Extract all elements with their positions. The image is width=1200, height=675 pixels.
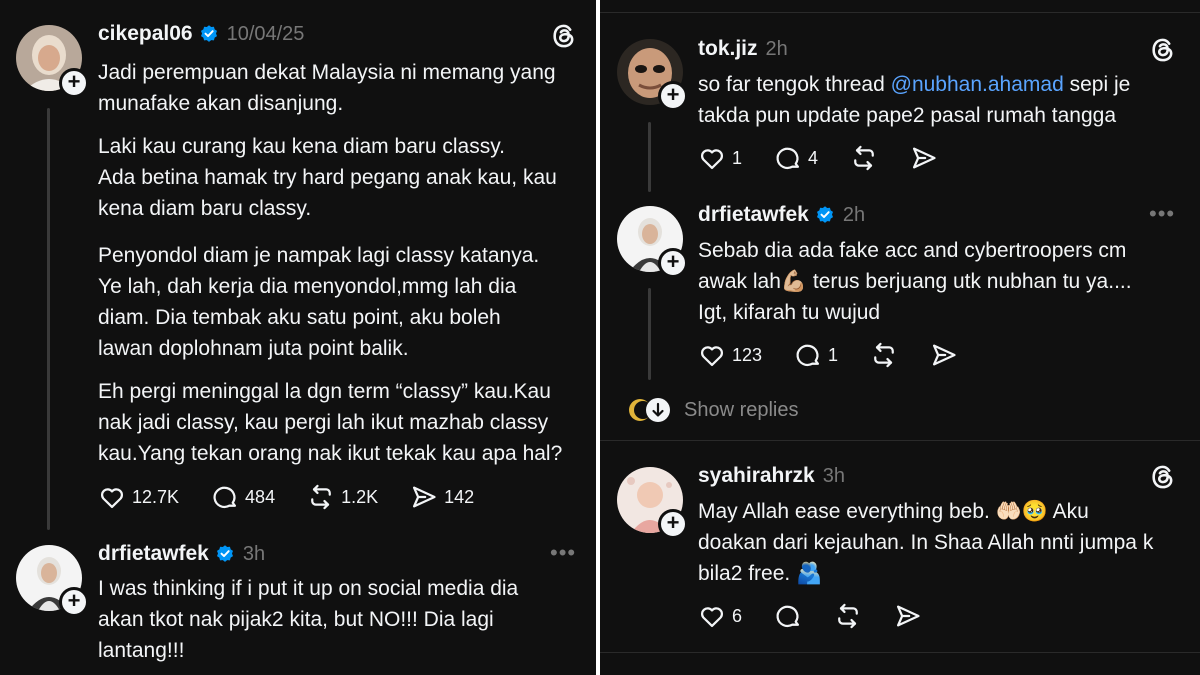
- like-count: 6: [732, 605, 743, 626]
- post-text: I was thinking if i put it up on social …: [98, 577, 519, 662]
- reply-button[interactable]: 1: [794, 341, 838, 369]
- post-header: drfietawfek 2h: [698, 200, 865, 230]
- show-replies-label: Show replies: [684, 398, 799, 421]
- left-thread-panel: + cikepal06 10/04/25 Jadi perempuan deka…: [0, 0, 596, 675]
- share-icon: [410, 483, 438, 511]
- reply-button[interactable]: [774, 602, 802, 630]
- follow-plus-icon[interactable]: +: [658, 81, 688, 111]
- like-button[interactable]: 123: [698, 341, 762, 369]
- post-text: so far tengok thread @nubhan.ahamad sepi…: [698, 69, 1130, 131]
- divider: [600, 440, 1200, 441]
- post-actions: 1 4: [698, 141, 970, 175]
- thread-line: [47, 108, 50, 530]
- username[interactable]: cikepal06: [98, 22, 193, 46]
- show-replies-button[interactable]: Show replies: [626, 396, 799, 424]
- repost-button[interactable]: [834, 602, 862, 630]
- comment-icon: [774, 602, 802, 630]
- repost-button[interactable]: [850, 144, 878, 172]
- post-text-start: so far tengok thread: [698, 73, 891, 96]
- post-actions: 6: [698, 599, 954, 633]
- repost-icon: [307, 483, 335, 511]
- post-header: syahirahrzk 3h: [698, 461, 845, 491]
- post-text: May Allah ease everything beb. 🤲🏻🥹 Aku d…: [698, 500, 1154, 585]
- right-thread-panel: + tok.jiz 2h so far tengok thread @nubha…: [600, 0, 1200, 675]
- repost-icon: [834, 602, 862, 630]
- post-text-paragraph: Eh pergi meninggal la dgn term “classy” …: [98, 380, 563, 465]
- reply-count: 4: [808, 147, 819, 168]
- reply-button[interactable]: 484: [211, 483, 275, 511]
- verified-badge-icon: [215, 544, 235, 564]
- divider: [600, 12, 1200, 13]
- post-text: Sebab dia ada fake acc and cybertroopers…: [698, 239, 1132, 324]
- threads-logo-icon: [1149, 36, 1177, 64]
- reply-button[interactable]: 4: [774, 144, 818, 172]
- follow-plus-icon[interactable]: +: [658, 509, 688, 539]
- thread-line: [648, 122, 651, 192]
- username[interactable]: tok.jiz: [698, 37, 758, 61]
- share-icon: [910, 144, 938, 172]
- repost-count: 1.2K: [341, 486, 379, 507]
- post-header: drfietawfek 3h: [98, 539, 265, 569]
- heart-icon: [698, 602, 726, 630]
- repost-icon: [870, 341, 898, 369]
- more-options-icon[interactable]: •••: [550, 540, 576, 566]
- thread-line: [648, 288, 651, 380]
- like-button[interactable]: 1: [698, 144, 742, 172]
- verified-badge-icon: [815, 205, 835, 225]
- follow-plus-icon[interactable]: +: [59, 587, 89, 617]
- share-button[interactable]: 142: [410, 483, 474, 511]
- mention-link[interactable]: @nubhan.ahamad: [891, 73, 1064, 96]
- like-button[interactable]: 6: [698, 602, 742, 630]
- divider: [600, 652, 1200, 653]
- timestamp: 3h: [242, 542, 266, 565]
- reply-avatars-icon: [629, 398, 670, 422]
- heart-icon: [698, 341, 726, 369]
- threads-logo-icon: [550, 22, 578, 50]
- share-button[interactable]: [910, 144, 938, 172]
- follow-plus-icon[interactable]: +: [59, 68, 89, 98]
- post-text-paragraph: Penyondol diam je nampak lagi classy kat…: [98, 244, 540, 360]
- share-icon: [930, 341, 958, 369]
- like-count: 1: [732, 147, 743, 168]
- heart-icon: [98, 483, 126, 511]
- share-button[interactable]: [894, 602, 922, 630]
- share-icon: [894, 602, 922, 630]
- username[interactable]: syahirahrzk: [698, 464, 815, 488]
- repost-icon: [850, 144, 878, 172]
- post-text-paragraph: Jadi perempuan dekat Malaysia ni memang …: [98, 61, 556, 115]
- like-count: 12.7K: [132, 486, 180, 507]
- more-options-icon[interactable]: •••: [1149, 201, 1175, 227]
- comment-icon: [774, 144, 802, 172]
- timestamp: 2h: [765, 37, 788, 60]
- timestamp: 2h: [842, 203, 866, 226]
- post-actions: 123 1: [698, 338, 990, 372]
- repost-button[interactable]: [870, 341, 898, 369]
- comment-icon: [211, 483, 239, 511]
- username[interactable]: drfietawfek: [698, 203, 809, 227]
- post-text-paragraph: Laki kau curang kau kena diam baru class…: [98, 135, 557, 220]
- post-header: tok.jiz 2h: [698, 34, 788, 64]
- username[interactable]: drfietawfek: [98, 542, 209, 566]
- repost-button[interactable]: 1.2K: [307, 483, 378, 511]
- follow-plus-icon[interactable]: +: [658, 248, 688, 278]
- threads-logo-icon: [1149, 463, 1177, 491]
- heart-icon: [698, 144, 726, 172]
- like-button[interactable]: 12.7K: [98, 483, 179, 511]
- reply-count: 484: [245, 486, 276, 507]
- share-button[interactable]: [930, 341, 958, 369]
- comment-icon: [794, 341, 822, 369]
- verified-badge-icon: [199, 24, 219, 44]
- post-header: cikepal06 10/04/25: [98, 19, 304, 49]
- like-count: 123: [732, 344, 763, 365]
- share-count: 142: [444, 486, 475, 507]
- post-actions: 12.7K 484 1.2K 142: [98, 480, 506, 514]
- timestamp: 10/04/25: [226, 22, 305, 45]
- reply-count: 1: [828, 344, 839, 365]
- timestamp: 3h: [822, 464, 845, 487]
